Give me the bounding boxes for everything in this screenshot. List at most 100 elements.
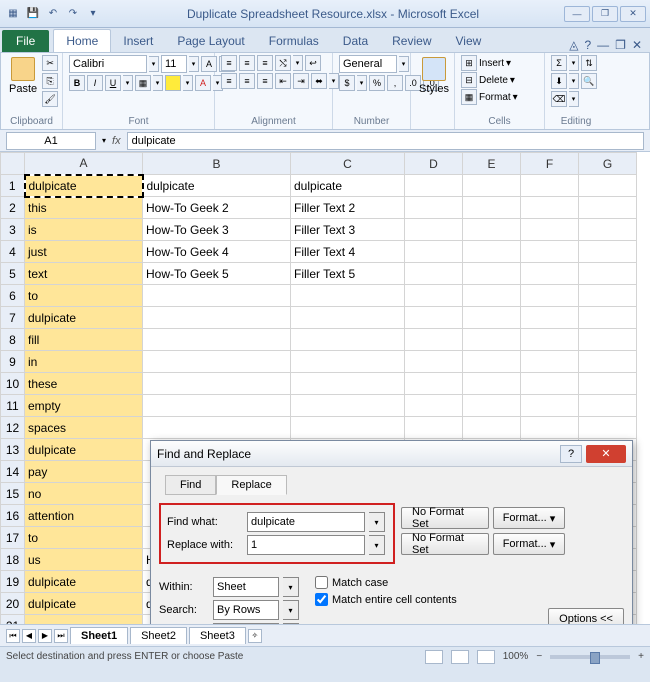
row-header-19[interactable]: 19: [1, 571, 25, 593]
bold-button[interactable]: B: [69, 75, 85, 91]
align-middle-icon[interactable]: ≡: [239, 55, 255, 71]
sheet-tab-1[interactable]: Sheet1: [70, 627, 128, 644]
cell-F5[interactable]: [521, 263, 579, 285]
matchcase-checkbox[interactable]: [315, 576, 328, 589]
row-header-2[interactable]: 2: [1, 197, 25, 219]
lookin-combo[interactable]: Formulas: [213, 623, 279, 624]
qat-dropdown-icon[interactable]: ▾: [84, 5, 102, 23]
save-icon[interactable]: 💾: [24, 5, 42, 23]
search-combo[interactable]: By Rows: [213, 600, 279, 620]
font-name-combo[interactable]: Calibri: [69, 55, 147, 73]
tab-pagelayout[interactable]: Page Layout: [165, 30, 256, 52]
cell-B12[interactable]: [143, 417, 291, 439]
clear-dd[interactable]: ▾: [569, 91, 579, 107]
align-bottom-icon[interactable]: ≡: [257, 55, 273, 71]
tab-find[interactable]: Find: [165, 475, 216, 495]
name-box[interactable]: A1: [6, 132, 96, 150]
percent-icon[interactable]: %: [369, 75, 385, 91]
tab-replace[interactable]: Replace: [216, 475, 286, 495]
tab-home[interactable]: Home: [53, 29, 111, 52]
row-header-11[interactable]: 11: [1, 395, 25, 417]
cell-B11[interactable]: [143, 395, 291, 417]
border-button[interactable]: ▦: [135, 75, 151, 91]
sheet-nav-next[interactable]: ▶: [38, 629, 52, 643]
cell-C3[interactable]: Filler Text 3: [291, 219, 405, 241]
fill-icon[interactable]: ⬇: [551, 73, 567, 89]
cell-B10[interactable]: [143, 373, 291, 395]
cell-A11[interactable]: empty: [25, 395, 143, 417]
cell-F12[interactable]: [521, 417, 579, 439]
underline-button[interactable]: U: [105, 75, 121, 91]
row-header-5[interactable]: 5: [1, 263, 25, 285]
row-header-7[interactable]: 7: [1, 307, 25, 329]
cell-F10[interactable]: [521, 373, 579, 395]
cell-F6[interactable]: [521, 285, 579, 307]
cell-A5[interactable]: text: [25, 263, 143, 285]
cell-A14[interactable]: pay: [25, 461, 143, 483]
sort-filter-icon[interactable]: ⇅: [581, 55, 597, 71]
font-size-combo[interactable]: 11: [161, 55, 187, 73]
cell-G9[interactable]: [579, 351, 637, 373]
close-button[interactable]: ✕: [620, 6, 646, 22]
mdi-close-icon[interactable]: ✕: [632, 38, 642, 52]
worksheet-grid[interactable]: ABCDEFG1dulpicatedulpicatedulpicate2this…: [0, 152, 650, 624]
view-normal-icon[interactable]: [425, 650, 443, 664]
namebox-dd-icon[interactable]: ▾: [102, 136, 106, 145]
cell-D3[interactable]: [405, 219, 463, 241]
align-center-icon[interactable]: ≡: [239, 73, 255, 89]
cell-E11[interactable]: [463, 395, 521, 417]
indent-increase-icon[interactable]: ⇥: [293, 73, 309, 89]
tab-formulas[interactable]: Formulas: [257, 30, 331, 52]
within-dd[interactable]: ▾: [283, 577, 299, 597]
row-header-4[interactable]: 4: [1, 241, 25, 263]
paste-button[interactable]: Paste: [7, 55, 39, 97]
cut-icon[interactable]: ✂: [42, 55, 58, 71]
wrap-text-icon[interactable]: ↩: [305, 55, 321, 71]
cell-D4[interactable]: [405, 241, 463, 263]
cell-B9[interactable]: [143, 351, 291, 373]
row-header-10[interactable]: 10: [1, 373, 25, 395]
findwhat-dd[interactable]: ▾: [369, 512, 385, 532]
cell-A19[interactable]: dulpicate: [25, 571, 143, 593]
cell-D8[interactable]: [405, 329, 463, 351]
styles-button[interactable]: Styles: [417, 55, 451, 97]
cell-B2[interactable]: How-To Geek 2: [143, 197, 291, 219]
cell-C2[interactable]: Filler Text 2: [291, 197, 405, 219]
cell-F7[interactable]: [521, 307, 579, 329]
row-header-17[interactable]: 17: [1, 527, 25, 549]
tab-file[interactable]: File: [2, 30, 49, 52]
cell-C7[interactable]: [291, 307, 405, 329]
format-cells-button[interactable]: ▦Format▾: [461, 89, 518, 105]
cell-G2[interactable]: [579, 197, 637, 219]
tab-review[interactable]: Review: [380, 30, 443, 52]
cell-F1[interactable]: [521, 175, 579, 197]
zoom-in-button[interactable]: +: [638, 651, 644, 662]
cell-D5[interactable]: [405, 263, 463, 285]
col-header-F[interactable]: F: [521, 153, 579, 175]
cell-D2[interactable]: [405, 197, 463, 219]
cell-F9[interactable]: [521, 351, 579, 373]
font-color-button[interactable]: A: [195, 75, 211, 91]
cell-G11[interactable]: [579, 395, 637, 417]
cell-C1[interactable]: dulpicate: [291, 175, 405, 197]
border-dd[interactable]: ▾: [153, 75, 163, 91]
cell-C4[interactable]: Filler Text 4: [291, 241, 405, 263]
cell-E7[interactable]: [463, 307, 521, 329]
fx-icon[interactable]: fx: [112, 135, 121, 147]
cell-A10[interactable]: these: [25, 373, 143, 395]
excel-icon[interactable]: ▦: [4, 5, 22, 23]
new-sheet-button[interactable]: ✧: [248, 629, 262, 643]
restore-button[interactable]: ❐: [592, 6, 618, 22]
cell-A15[interactable]: no: [25, 483, 143, 505]
zoom-out-button[interactable]: −: [536, 651, 542, 662]
cell-F11[interactable]: [521, 395, 579, 417]
cell-D9[interactable]: [405, 351, 463, 373]
cell-D10[interactable]: [405, 373, 463, 395]
select-all-cell[interactable]: [1, 153, 25, 175]
cell-D12[interactable]: [405, 417, 463, 439]
cell-F8[interactable]: [521, 329, 579, 351]
sheet-nav-last[interactable]: ⏭: [54, 629, 68, 643]
cell-G4[interactable]: [579, 241, 637, 263]
sheet-tab-2[interactable]: Sheet2: [130, 627, 187, 644]
cell-F3[interactable]: [521, 219, 579, 241]
